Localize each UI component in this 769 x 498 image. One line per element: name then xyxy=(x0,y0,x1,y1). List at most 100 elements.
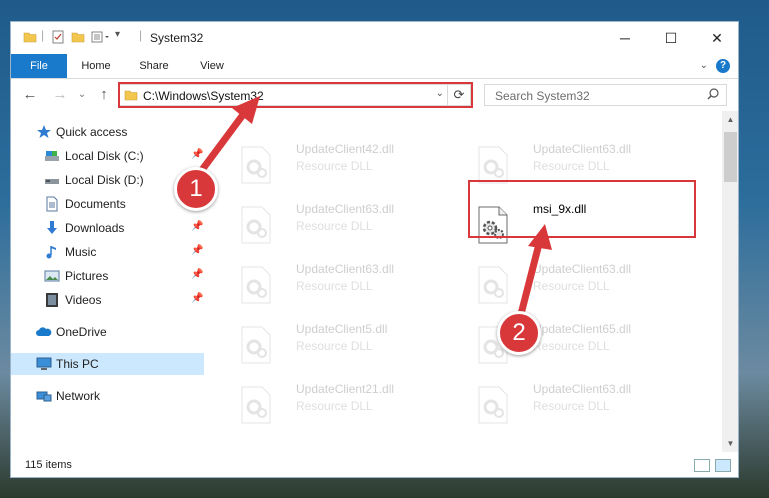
navigation-bar: ← → ⌄ ↑ C:\Windows\System32 ⌄ ⟳ xyxy=(11,79,738,111)
close-button[interactable]: ✕ xyxy=(694,22,738,54)
file-type: Resource DLL xyxy=(533,159,610,173)
file-name: UpdateClient63.dll xyxy=(296,262,395,276)
sidebar-item-label: Downloads xyxy=(65,221,125,235)
sidebar-item-videos[interactable]: Videos 📌 xyxy=(11,289,204,311)
tab-view[interactable]: View xyxy=(191,54,233,78)
tab-share[interactable]: Share xyxy=(133,54,175,78)
sidebar-item-network[interactable]: Network xyxy=(11,385,204,407)
pin-icon[interactable]: 📌 xyxy=(191,221,203,232)
file-name: UpdateClient42.dll xyxy=(296,142,395,156)
title-bar: | ▾ | System32 ─ ☐ ✕ xyxy=(11,22,738,54)
file-item[interactable]: UpdateClient21.dll Resource DLL xyxy=(234,379,464,429)
star-icon xyxy=(36,124,52,140)
cloud-icon xyxy=(36,324,52,340)
properties-icon[interactable] xyxy=(51,30,65,47)
sidebar-item-downloads[interactable]: Downloads 📌 xyxy=(11,217,204,239)
file-name: UpdateClient63.dll xyxy=(533,142,632,156)
search-box[interactable] xyxy=(484,84,727,106)
separator: | xyxy=(41,28,45,42)
forward-button[interactable]: → xyxy=(51,86,69,104)
file-item[interactable]: UpdateClient63.dll Resource DLL xyxy=(471,259,701,309)
dll-file-icon xyxy=(473,205,513,248)
videos-icon xyxy=(44,292,60,308)
address-bar[interactable]: C:\Windows\System32 ⌄ ⟳ xyxy=(118,84,471,106)
file-item[interactable]: UpdateClient63.dll Resource DLL xyxy=(471,379,701,429)
pin-icon[interactable]: 📌 xyxy=(191,149,203,160)
address-path[interactable]: C:\Windows\System32 xyxy=(143,89,264,103)
maximize-button[interactable]: ☐ xyxy=(648,22,694,54)
dll-file-icon xyxy=(473,145,513,188)
dll-file-icon xyxy=(236,145,276,188)
sidebar-item-label: Pictures xyxy=(65,269,109,283)
tab-home[interactable]: Home xyxy=(75,54,117,78)
sidebar-item-label: Local Disk (D:) xyxy=(65,173,144,187)
sidebar-item-label: Music xyxy=(65,245,97,259)
scroll-down-icon[interactable]: ▼ xyxy=(722,435,738,452)
minimize-button[interactable]: ─ xyxy=(602,22,648,54)
address-dropdown-icon[interactable]: ⌄ xyxy=(436,88,444,99)
file-name: UpdateClient63.dll xyxy=(296,202,395,216)
sidebar-item-quick-access[interactable]: Quick access xyxy=(11,121,204,143)
computer-icon xyxy=(36,356,52,372)
file-type: Resource DLL xyxy=(533,339,610,353)
file-item[interactable]: UpdateClient63.dll Resource DLL xyxy=(471,139,701,189)
search-input[interactable] xyxy=(493,87,697,105)
sidebar-item-label: Quick access xyxy=(56,125,128,139)
help-button[interactable]: ? xyxy=(716,59,730,73)
pin-icon[interactable]: 📌 xyxy=(191,269,203,280)
file-type: Resource DLL xyxy=(533,279,610,293)
folder-icon xyxy=(124,88,138,105)
download-icon xyxy=(44,220,60,236)
documents-icon xyxy=(44,196,60,212)
search-icon[interactable] xyxy=(706,87,720,104)
folder-icon xyxy=(23,30,37,47)
details-view-icon[interactable] xyxy=(694,459,710,472)
ribbon-tabs: File Home Share View ⌄ ? xyxy=(11,54,738,79)
up-button[interactable]: ↑ xyxy=(95,86,113,104)
file-type: Resource DLL xyxy=(296,159,373,173)
sidebar-item-this-pc[interactable]: This PC xyxy=(11,353,204,375)
file-type: Resource DLL xyxy=(296,219,373,233)
network-icon xyxy=(36,388,52,404)
vertical-scrollbar[interactable]: ▲ ▼ xyxy=(722,111,738,452)
sidebar-item-music[interactable]: Music 📌 xyxy=(11,241,204,263)
pin-icon[interactable]: 📌 xyxy=(191,293,203,304)
back-button[interactable]: ← xyxy=(21,86,39,104)
file-name: UpdateClient21.dll xyxy=(296,382,395,396)
expand-ribbon-icon[interactable]: ⌄ xyxy=(700,60,708,71)
sidebar-item-pictures[interactable]: Pictures 📌 xyxy=(11,265,204,287)
file-item[interactable]: UpdateClient5.dll Resource DLL xyxy=(234,319,464,369)
pin-icon[interactable]: 📌 xyxy=(191,245,203,256)
file-item[interactable]: UpdateClient63.dll Resource DLL xyxy=(234,259,464,309)
scrollbar-thumb[interactable] xyxy=(724,132,737,182)
step-1-badge: 1 xyxy=(174,167,218,211)
dll-file-icon xyxy=(473,265,513,308)
view-menu-icon[interactable] xyxy=(91,30,111,47)
refresh-button[interactable]: ⟳ xyxy=(447,85,470,105)
file-list: UpdateClient42.dll Resource DLL UpdateCl… xyxy=(216,111,722,452)
file-type: Resource DLL xyxy=(296,279,373,293)
item-count: 115 items xyxy=(25,459,72,471)
sidebar-item-onedrive[interactable]: OneDrive xyxy=(11,321,204,343)
file-explorer-window: | ▾ | System32 ─ ☐ ✕ File Home Share Vie… xyxy=(10,21,739,478)
recent-locations-button[interactable]: ⌄ xyxy=(73,86,91,104)
new-folder-icon[interactable] xyxy=(71,30,85,47)
scroll-up-icon[interactable]: ▲ xyxy=(722,111,738,128)
file-name: UpdateClient63.dll xyxy=(533,382,632,396)
dll-file-icon xyxy=(473,385,513,428)
large-icons-view-icon[interactable] xyxy=(715,459,731,472)
customize-toolbar-icon[interactable]: ▾ xyxy=(115,29,120,40)
file-type: Resource DLL xyxy=(296,399,373,413)
file-item[interactable]: UpdateClient42.dll Resource DLL xyxy=(234,139,464,189)
tab-file[interactable]: File xyxy=(11,54,67,78)
file-item-msi-9x[interactable]: msi_9x.dll xyxy=(471,199,701,249)
sidebar-item-label: Network xyxy=(56,389,101,403)
sidebar-item-local-disk-c[interactable]: Local Disk (C:) 📌 xyxy=(11,145,204,167)
status-bar: 115 items xyxy=(11,452,738,477)
file-item[interactable]: UpdateClient63.dll Resource DLL xyxy=(234,199,464,249)
dll-file-icon xyxy=(236,325,276,368)
step-2-badge: 2 xyxy=(497,311,541,355)
file-name: UpdateClient63.dll xyxy=(533,262,632,276)
pictures-icon xyxy=(44,268,60,284)
dll-file-icon xyxy=(236,265,276,308)
